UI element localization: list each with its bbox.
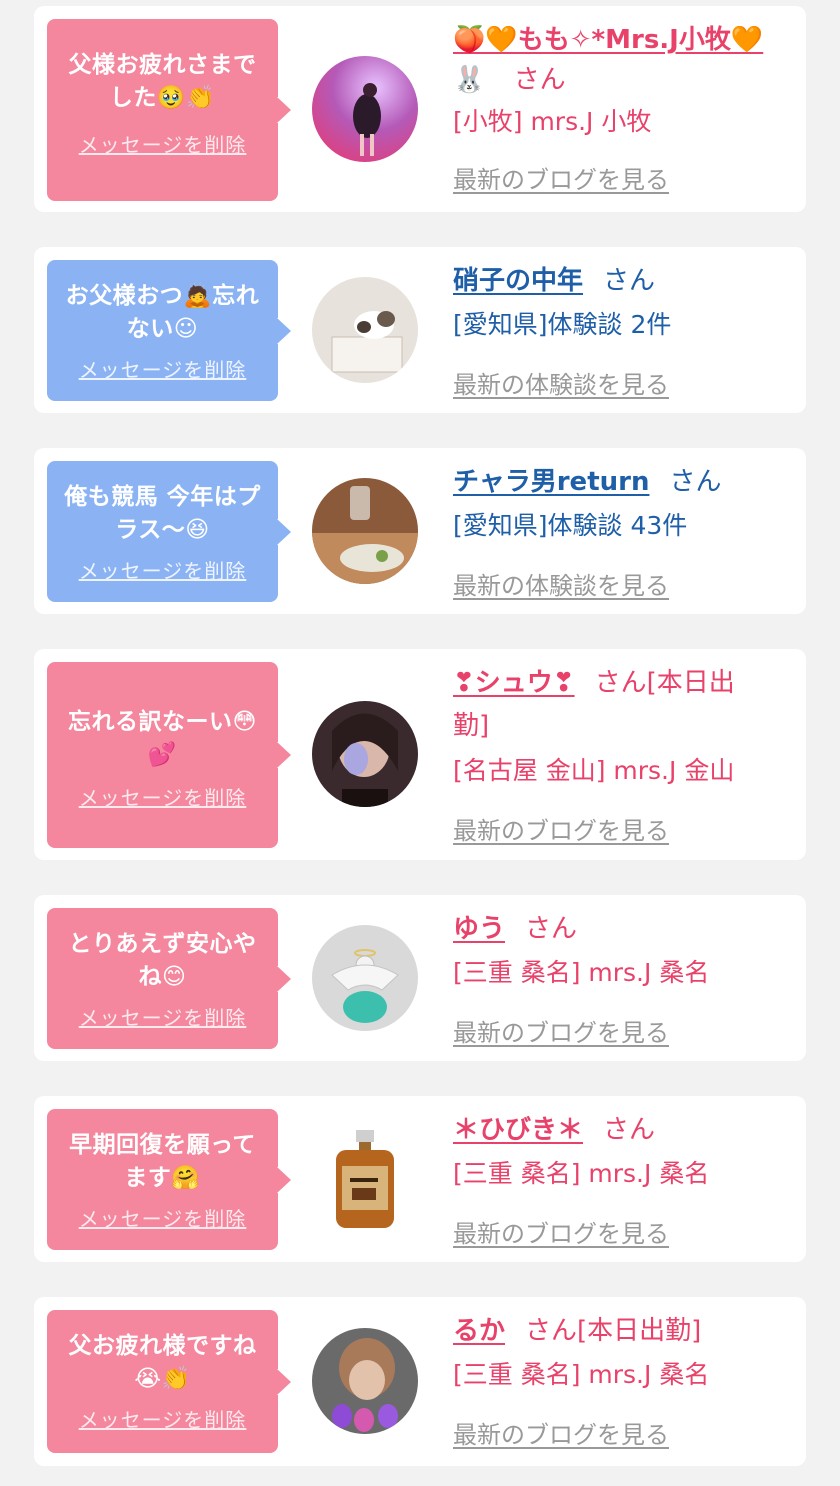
message-text: 父様お疲れさまで した🥹👏 (68, 52, 257, 111)
user-info: るか さん[本日出勤] [三重 桑名] mrs.J 桑名 最新のブログを見る (453, 1311, 788, 1449)
honorific: さん (603, 1115, 656, 1145)
review-info: [愛知県]体験談 43件 (453, 511, 688, 540)
user-info: ❣シュウ❣ さん[本日出 勤] [名古屋 金山] mrs.J 金山 最新のブログを… (453, 663, 788, 845)
message-bubble: 俺も競馬 今年はプ ラス〜😆 メッセージを削除 (47, 461, 291, 602)
user-info: 硝子の中年 さん [愛知県]体験談 2件 最新の体験談を見る (453, 261, 788, 399)
user-name-link[interactable]: 硝子の中年 (453, 266, 583, 296)
avatar[interactable] (312, 56, 418, 162)
avatar[interactable] (312, 478, 418, 584)
list-item: 父お疲れ様ですね 😭👏 メッセージを削除 るか さん[本日出勤] [三重 桑名] … (34, 1297, 806, 1466)
list-item: 父様お疲れさまで した🥹👏 メッセージを削除 🍑🧡もも✧*Mrs.J小牧🧡 🐰 (34, 6, 806, 212)
honorific: さん (669, 467, 722, 497)
delete-message-link[interactable]: メッセージを削除 (79, 555, 247, 584)
list-item: 俺も競馬 今年はプ ラス〜😆 メッセージを削除 チャラ男return さん [愛知… (34, 448, 806, 614)
message-text: お父様おつ🙇忘れ ない☺ (65, 283, 260, 342)
avatar[interactable] (312, 701, 418, 807)
shop-info: [三重 桑名] mrs.J 桑名 (453, 1159, 710, 1188)
user-info: ＊ひびき＊ さん [三重 桑名] mrs.J 桑名 最新のブログを見る (453, 1110, 788, 1248)
honorific: さん[本日出 (594, 668, 735, 698)
delete-message-link[interactable]: メッセージを削除 (79, 129, 247, 158)
user-name-link[interactable]: るか (453, 1316, 505, 1346)
delete-message-link[interactable]: メッセージを削除 (79, 354, 247, 383)
message-text: 俺も競馬 今年はプ ラス〜😆 (64, 484, 261, 543)
list-item: お父様おつ🙇忘れ ない☺ メッセージを削除 硝子の中年 さん [愛知県]体験談 2… (34, 247, 806, 413)
message-bubble: お父様おつ🙇忘れ ない☺ メッセージを削除 (47, 260, 291, 401)
latest-post-link[interactable]: 最新のブログを見る (453, 1013, 669, 1048)
user-name-link[interactable]: ❣シュウ❣ (453, 668, 575, 698)
latest-post-link[interactable]: 最新のブログを見る (453, 1415, 669, 1450)
list-item: とりあえず安心や ね😊 メッセージを削除 ゆう さん [三重 桑名] mrs.J … (34, 895, 806, 1061)
avatar[interactable] (312, 925, 418, 1031)
message-bubble: 忘れる訳なーい😳 💕 メッセージを削除 (47, 662, 291, 848)
message-text: とりあえず安心や ね😊 (68, 931, 257, 990)
message-text: 父お疲れ様ですね 😭👏 (68, 1333, 257, 1392)
user-name-link[interactable]: 🍑🧡もも✧*Mrs.J小牧🧡 (453, 25, 763, 55)
message-text: 早期回復を願って ます🤗 (69, 1132, 256, 1191)
message-text: 忘れる訳なーい😳 💕 (68, 709, 257, 768)
latest-post-link[interactable]: 最新のブログを見る (453, 811, 669, 846)
delete-message-link[interactable]: メッセージを削除 (79, 1203, 247, 1232)
list-item: 早期回復を願って ます🤗 メッセージを削除 ＊ひびき＊ さん [三重 桑名] mr… (34, 1096, 806, 1262)
list-item: 忘れる訳なーい😳 💕 メッセージを削除 ❣シュウ❣ さん[本日出 勤] [名古屋 … (34, 649, 806, 860)
latest-post-link[interactable]: 最新のブログを見る (453, 160, 669, 195)
latest-post-link[interactable]: 最新のブログを見る (453, 1214, 669, 1249)
shop-info: [三重 桑名] mrs.J 桑名 (453, 958, 710, 987)
work-status: 勤] (453, 711, 490, 741)
shop-info: [三重 桑名] mrs.J 桑名 (453, 1360, 710, 1389)
honorific: さん[本日出勤] (525, 1316, 702, 1346)
message-bubble: 父様お疲れさまで した🥹👏 メッセージを削除 (47, 19, 291, 201)
user-info: チャラ男return さん [愛知県]体験談 43件 最新の体験談を見る (453, 462, 788, 600)
delete-message-link[interactable]: メッセージを削除 (79, 782, 247, 811)
delete-message-link[interactable]: メッセージを削除 (79, 1404, 247, 1433)
avatar[interactable] (312, 1126, 418, 1232)
user-info: 🍑🧡もも✧*Mrs.J小牧🧡 🐰 さん [小牧] mrs.J 小牧 最新のブログ… (453, 20, 788, 194)
shop-info: [小牧] mrs.J 小牧 (453, 107, 652, 136)
user-name-link[interactable]: チャラ男return (453, 467, 649, 497)
avatar[interactable] (312, 1328, 418, 1434)
latest-post-link[interactable]: 最新の体験談を見る (453, 365, 669, 400)
user-name-link[interactable]: ＊ひびき＊ (453, 1115, 583, 1145)
message-bubble: 父お疲れ様ですね 😭👏 メッセージを削除 (47, 1310, 291, 1453)
shop-info: [名古屋 金山] mrs.J 金山 (453, 756, 735, 785)
user-name-continued: 🐰 (453, 65, 486, 95)
delete-message-link[interactable]: メッセージを削除 (79, 1002, 247, 1031)
latest-post-link[interactable]: 最新の体験談を見る (453, 566, 669, 601)
honorific: さん (513, 65, 566, 95)
message-bubble: 早期回復を願って ます🤗 メッセージを削除 (47, 1109, 291, 1250)
user-name-link[interactable]: ゆう (453, 914, 505, 944)
user-info: ゆう さん [三重 桑名] mrs.J 桑名 最新のブログを見る (453, 909, 788, 1047)
avatar[interactable] (312, 277, 418, 383)
honorific: さん (603, 266, 656, 296)
review-info: [愛知県]体験談 2件 (453, 310, 672, 339)
message-bubble: とりあえず安心や ね😊 メッセージを削除 (47, 908, 291, 1049)
honorific: さん (525, 914, 578, 944)
